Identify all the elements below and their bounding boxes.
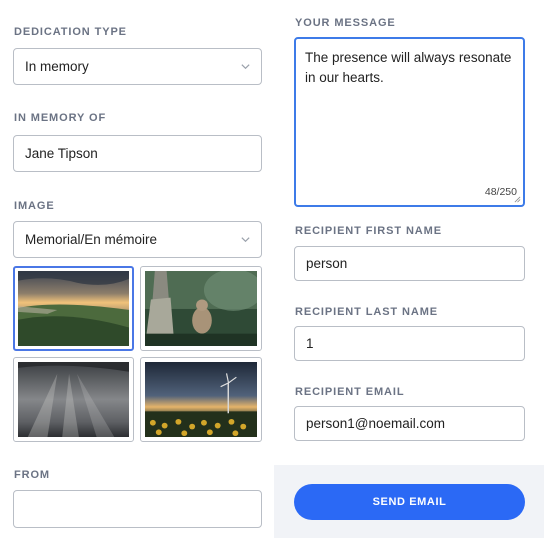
last-name-label: RECIPIENT LAST NAME [295, 306, 438, 318]
last-name-value: 1 [306, 336, 314, 351]
image-label: IMAGE [14, 200, 55, 212]
wind-turbine-image [145, 362, 257, 437]
message-text: The presence will always resonate in our… [305, 50, 512, 85]
first-name-value: person [306, 256, 348, 271]
chevron-down-icon [241, 64, 250, 70]
from-label: FROM [14, 469, 50, 481]
cougar-forest-image [145, 271, 257, 346]
in-memory-of-value: Jane Tipson [25, 146, 98, 161]
last-name-input[interactable]: 1 [294, 326, 525, 361]
first-name-label: RECIPIENT FIRST NAME [295, 225, 442, 237]
your-message-label: YOUR MESSAGE [295, 17, 396, 29]
chevron-down-icon [241, 237, 250, 243]
message-textarea[interactable]: The presence will always resonate in our… [294, 37, 525, 207]
dedication-type-value: In memory [25, 59, 89, 74]
send-email-button[interactable]: SEND EMAIL [294, 484, 525, 520]
image-select[interactable]: Memorial/En mémoire [13, 221, 262, 258]
email-value: person1@noemail.com [306, 416, 446, 431]
in-memory-of-label: IN MEMORY OF [14, 112, 107, 124]
dedication-type-select[interactable]: In memory [13, 48, 262, 85]
sun-rays-image [18, 362, 129, 437]
image-thumbnail-wind-turbine[interactable] [140, 357, 262, 442]
image-thumbnail-coastal-sunset[interactable] [13, 266, 134, 351]
from-input[interactable] [13, 490, 262, 528]
image-thumbnail-cougar[interactable] [140, 266, 262, 351]
coastal-sunset-image [18, 271, 129, 346]
image-select-value: Memorial/En mémoire [25, 232, 158, 247]
email-label: RECIPIENT EMAIL [295, 386, 405, 398]
resize-grip-icon[interactable] [514, 196, 521, 203]
email-input[interactable]: person1@noemail.com [294, 406, 525, 441]
first-name-input[interactable]: person [294, 246, 525, 281]
character-counter: 48/250 [484, 186, 517, 198]
in-memory-of-input[interactable]: Jane Tipson [13, 135, 262, 172]
dedication-type-label: DEDICATION TYPE [14, 26, 127, 38]
image-thumbnail-sun-rays[interactable] [13, 357, 134, 442]
